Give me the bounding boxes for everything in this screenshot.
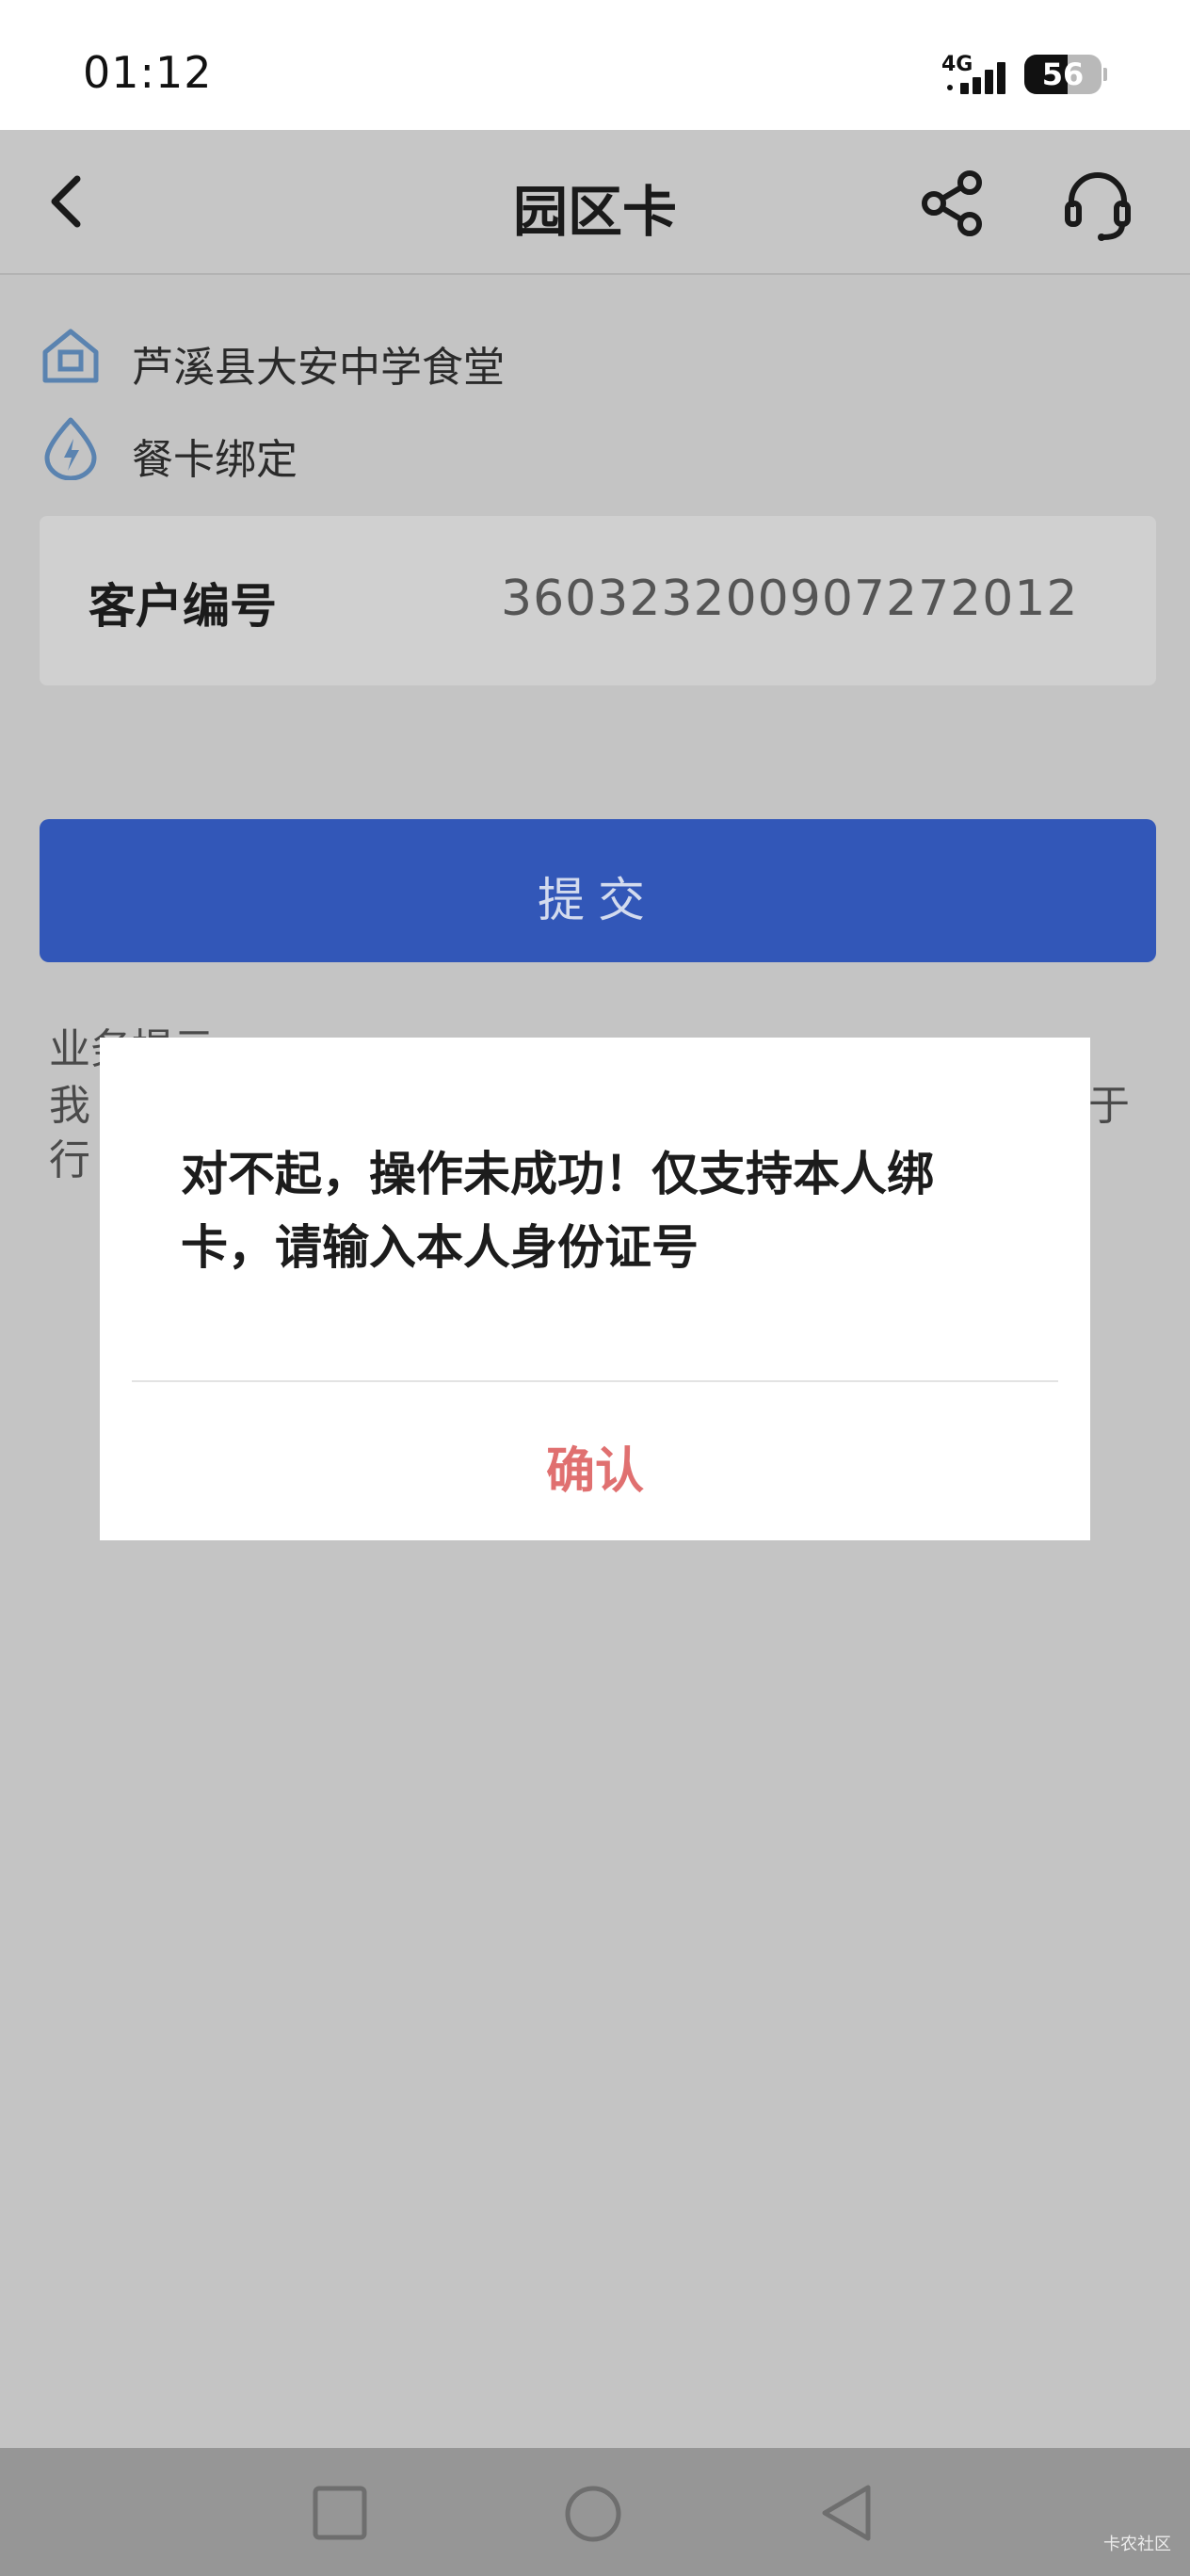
dialog-message: 对不起，操作未成功！仅支持本人绑卡，请输入本人身份证号 <box>181 1147 934 1275</box>
submit-label: 提交 <box>538 873 658 927</box>
status-bar: 01:12 4G 56 <box>0 0 1190 130</box>
bolt-drop-icon <box>44 417 97 480</box>
location-name: 芦溪县大安中学食堂 <box>132 344 505 392</box>
share-icon <box>922 170 982 236</box>
customer-card: 客户编号 360323200907272012 <box>40 516 1156 685</box>
system-nav-bar: 卡农社区 <box>0 2448 1190 2576</box>
headset-icon <box>1065 172 1131 241</box>
back-button[interactable] <box>38 168 98 235</box>
notice-line2-left: 行 <box>49 1136 90 1184</box>
customer-number-field[interactable]: 360323200907272012 <box>501 571 1079 627</box>
watermark: 卡农社区 <box>1103 2535 1171 2554</box>
alert-dialog: 对不起，操作未成功！仅支持本人绑卡，请输入本人身份证号 确认 <box>100 1038 1090 1540</box>
battery-cap <box>1103 68 1107 81</box>
app-header: 园区卡 <box>0 130 1190 275</box>
page-title: 园区卡 <box>512 180 677 244</box>
status-time: 01:12 <box>83 47 213 98</box>
home-icon <box>42 329 99 383</box>
customer-number-label: 客户编号 <box>88 579 277 634</box>
customer-service-button[interactable] <box>1058 164 1137 243</box>
notice-line1-right: 于 <box>1088 1082 1130 1130</box>
battery-icon: 56 <box>1024 55 1102 94</box>
service-name: 餐卡绑定 <box>132 436 298 484</box>
battery-percent: 56 <box>1041 56 1085 92</box>
triangle-back-icon[interactable] <box>817 2482 876 2544</box>
square-icon[interactable] <box>311 2484 369 2542</box>
circle-icon[interactable] <box>563 2484 623 2544</box>
location-row: 芦溪县大安中学食堂 <box>40 322 1150 392</box>
confirm-button[interactable]: 确认 <box>132 1382 1058 1540</box>
service-row: 餐卡绑定 <box>40 414 1150 484</box>
submit-button[interactable]: 提交 <box>40 819 1156 962</box>
share-button[interactable] <box>915 166 990 241</box>
confirm-label: 确认 <box>545 1443 644 1500</box>
notice-line1-left: 我 <box>49 1082 90 1130</box>
signal-icon <box>947 60 1011 94</box>
chevron-left-icon <box>51 175 81 228</box>
